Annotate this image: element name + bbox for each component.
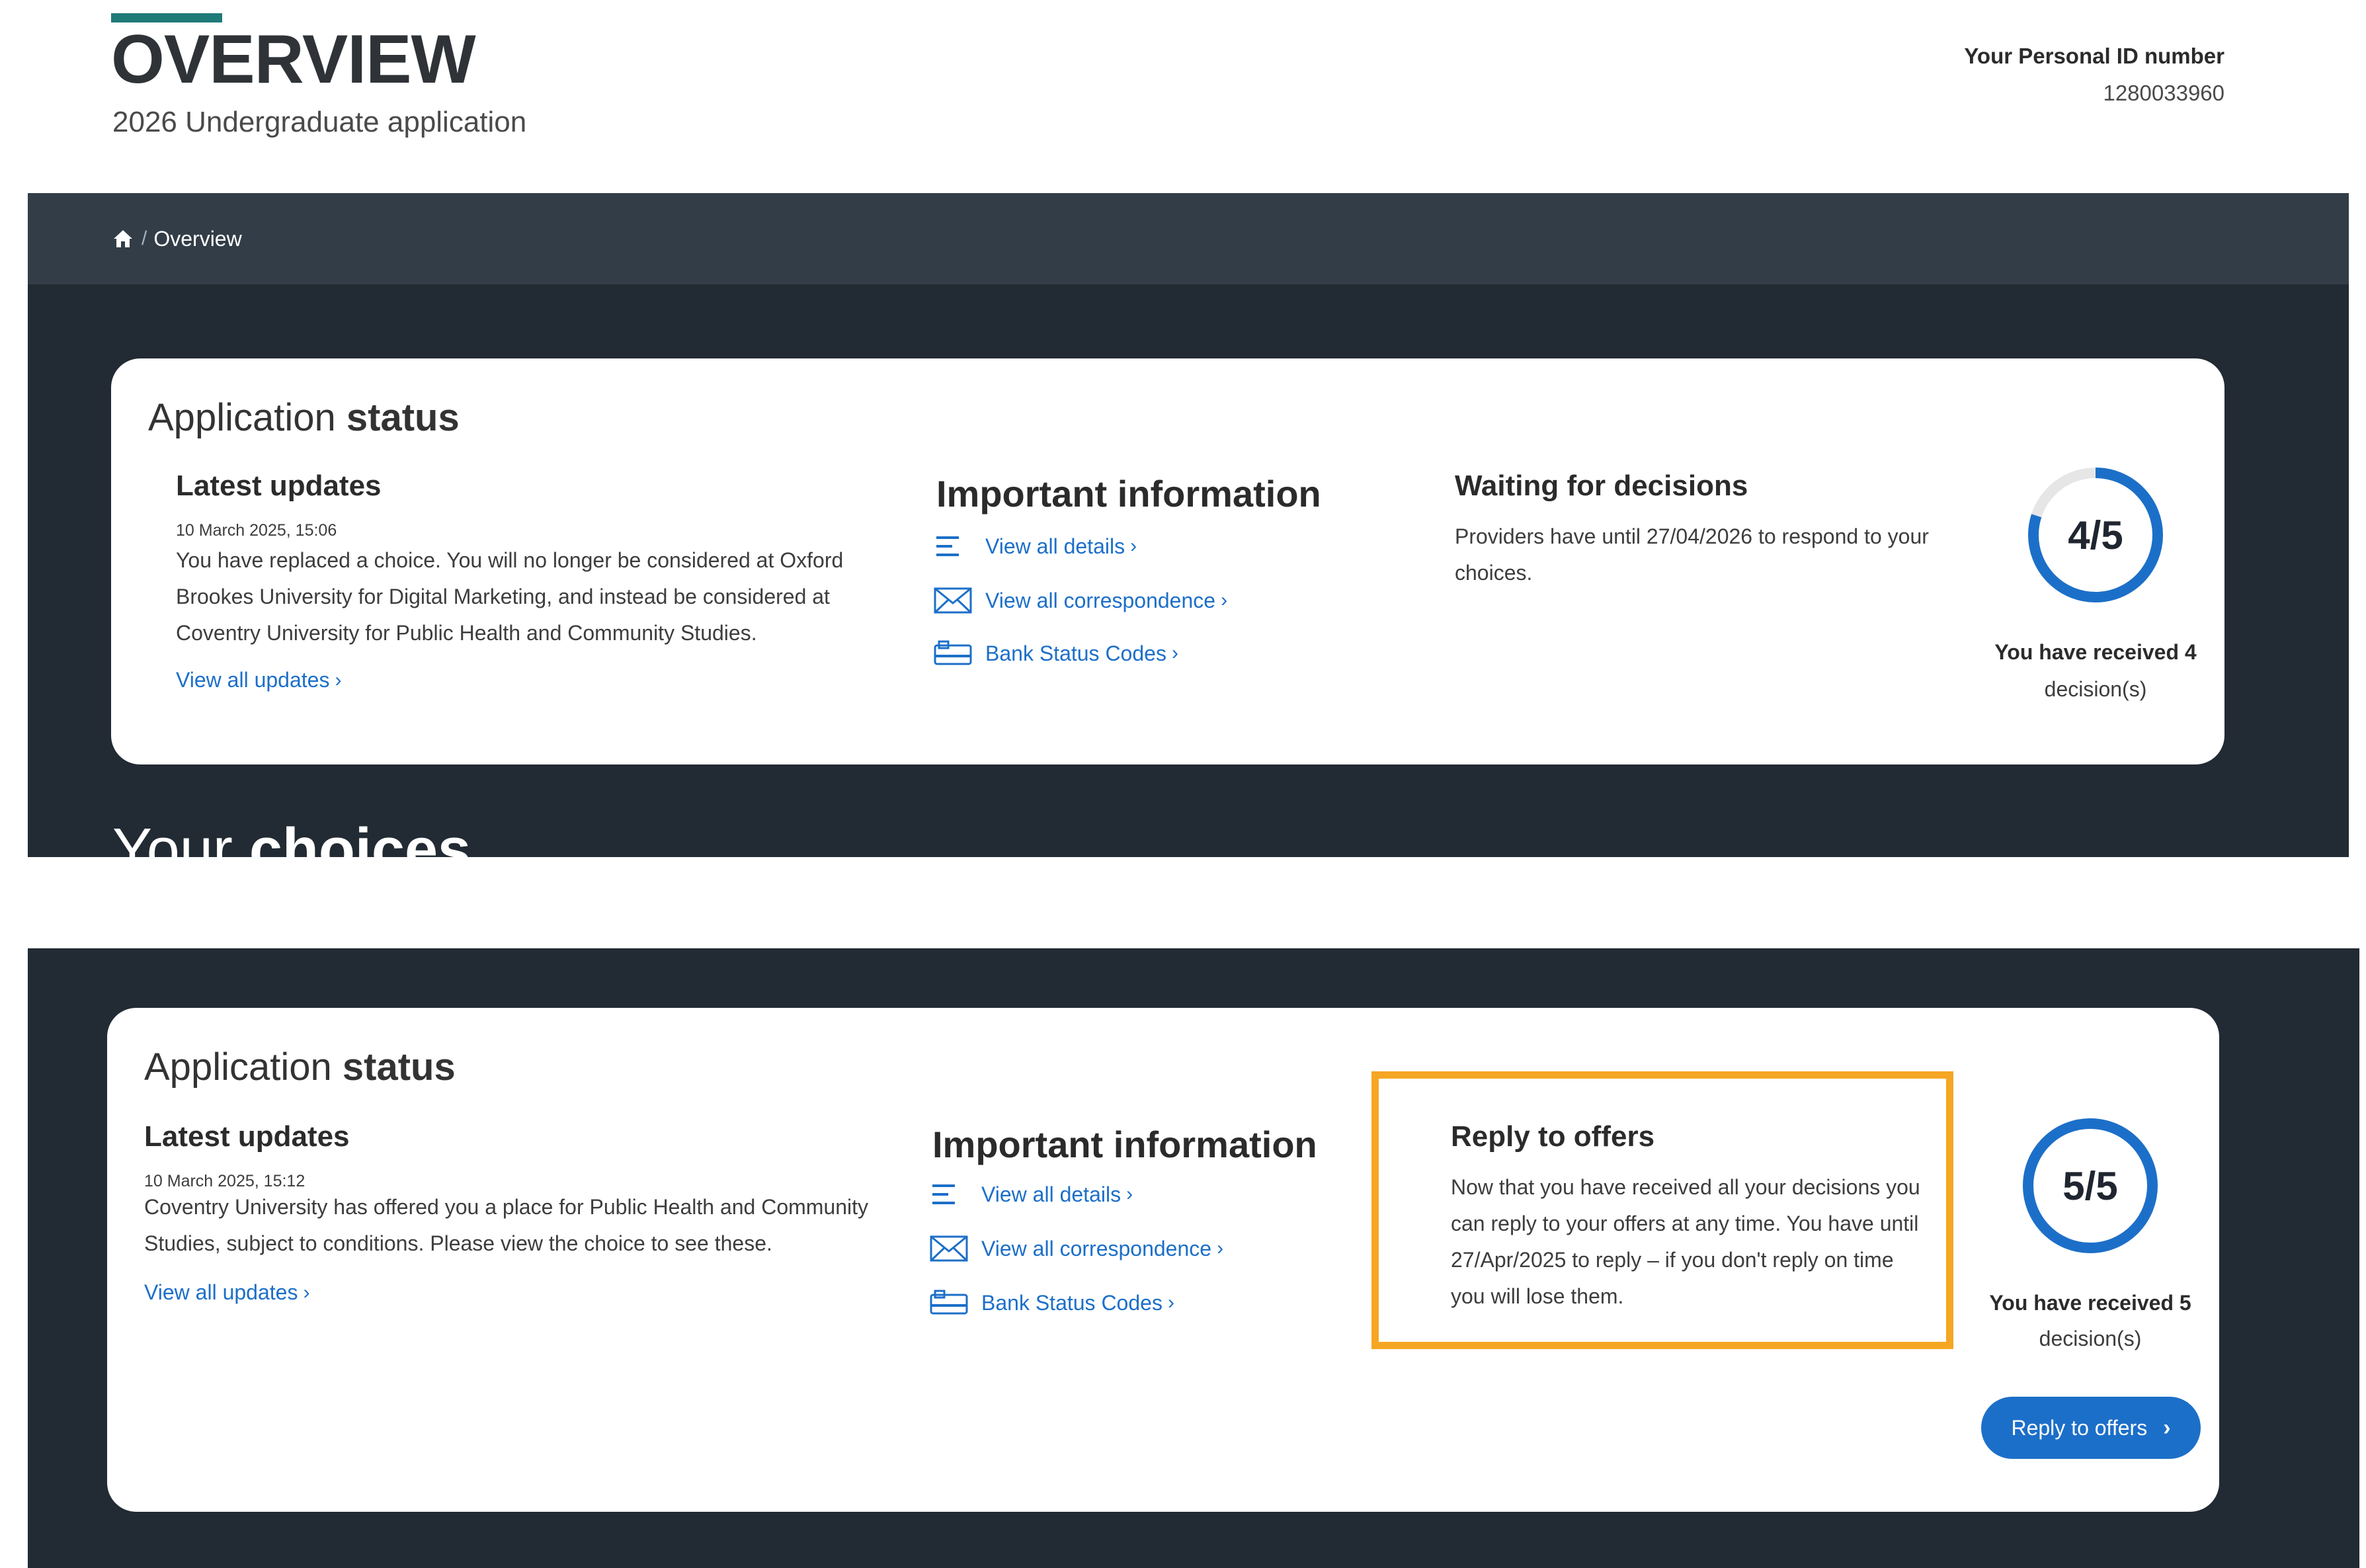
bank-status-codes-link[interactable]: Bank Status Codes › xyxy=(985,641,1178,666)
list-icon xyxy=(934,532,973,561)
bank-status-codes-row[interactable]: Bank Status Codes › xyxy=(934,639,1178,668)
overview-panel-before: / Overview Application status Latest upd… xyxy=(28,193,2349,857)
view-all-updates-link[interactable]: View all updates › xyxy=(144,1280,309,1305)
bank-status-codes-row[interactable]: Bank Status Codes › xyxy=(930,1288,1174,1317)
card-title: Application status xyxy=(148,396,460,439)
important-information-heading: Important information xyxy=(936,473,1321,515)
overview-panel-after: Application status Latest updates 10 Mar… xyxy=(28,948,2359,1568)
decisions-suffix-text: decision(s) xyxy=(2044,677,2147,701)
important-information-heading: Important information xyxy=(932,1124,1317,1165)
card-title: Application status xyxy=(144,1046,456,1089)
decisions-progress-ring: 4/5 xyxy=(2025,464,2166,606)
reply-to-offers-button[interactable]: Reply to offers › xyxy=(1981,1397,2201,1459)
view-all-details-link[interactable]: View all details › xyxy=(981,1182,1133,1207)
decisions-ring-label: 5/5 xyxy=(2062,1163,2118,1208)
list-icon xyxy=(930,1180,969,1209)
decisions-received-text: You have received 5 xyxy=(1989,1291,2191,1315)
bank-card-icon xyxy=(930,1288,969,1317)
personal-id-label: Your Personal ID number xyxy=(1964,44,2224,68)
bank-status-codes-link[interactable]: Bank Status Codes › xyxy=(981,1291,1174,1315)
view-all-details-row[interactable]: View all details › xyxy=(930,1180,1133,1209)
application-status-card: Application status Latest updates 10 Mar… xyxy=(107,1008,2219,1512)
latest-update-date: 10 March 2025, 15:06 xyxy=(176,521,337,540)
latest-updates-heading: Latest updates xyxy=(176,470,382,502)
view-all-updates-link[interactable]: View all updates › xyxy=(176,668,341,692)
decisions-suffix-text: decision(s) xyxy=(2039,1327,2142,1350)
waiting-for-decisions-heading: Waiting for decisions xyxy=(1455,470,1748,502)
chevron-right-icon: › xyxy=(2163,1415,2171,1440)
view-all-details-row[interactable]: View all details › xyxy=(934,532,1137,561)
bank-card-icon xyxy=(934,639,973,668)
envelope-icon xyxy=(934,586,973,615)
view-all-details-link[interactable]: View all details › xyxy=(985,534,1137,559)
decisions-ring-label: 4/5 xyxy=(2068,513,2123,557)
breadcrumb: / Overview xyxy=(28,193,2349,284)
latest-update-date: 10 March 2025, 15:12 xyxy=(144,1172,306,1190)
latest-update-text: Coventry University has offered you a pl… xyxy=(144,1195,869,1255)
application-status-card: Application status Latest updates 10 Mar… xyxy=(111,358,2224,764)
latest-updates-heading: Latest updates xyxy=(144,1120,350,1153)
your-choices-heading: Your choices xyxy=(112,817,471,857)
breadcrumb-separator: / xyxy=(142,227,147,249)
reply-to-offers-heading: Reply to offers xyxy=(1451,1120,1655,1153)
page-subtitle: 2026 Undergraduate application xyxy=(112,106,527,138)
decisions-progress-ring: 5/5 xyxy=(2019,1115,2161,1257)
view-all-correspondence-link[interactable]: View all correspondence › xyxy=(981,1237,1223,1261)
personal-id-value: 1280033960 xyxy=(2103,81,2224,105)
reply-to-offers-text: Now that you have received all your deci… xyxy=(1451,1175,1920,1308)
decisions-received-text: You have received 4 xyxy=(1994,640,2197,664)
envelope-icon xyxy=(930,1234,969,1263)
waiting-for-decisions-text: Providers have until 27/04/2026 to respo… xyxy=(1455,524,1929,585)
view-all-correspondence-row[interactable]: View all correspondence › xyxy=(930,1234,1223,1263)
page-title: OVERVIEW xyxy=(111,21,476,98)
breadcrumb-current: Overview xyxy=(153,226,242,251)
view-all-correspondence-link[interactable]: View all correspondence › xyxy=(985,589,1227,613)
view-all-correspondence-row[interactable]: View all correspondence › xyxy=(934,586,1227,615)
home-icon[interactable] xyxy=(112,229,134,249)
latest-update-text: You have replaced a choice. You will no … xyxy=(176,548,844,645)
